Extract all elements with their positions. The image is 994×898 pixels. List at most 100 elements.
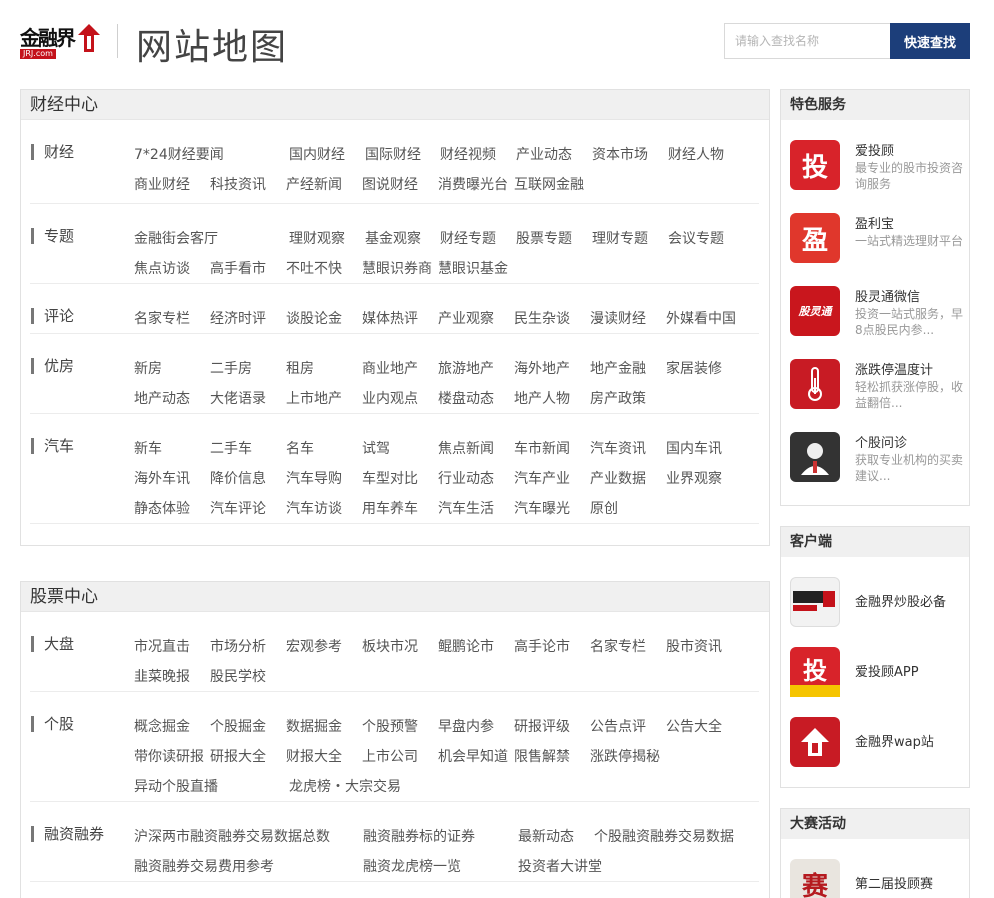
nav-link[interactable]: 国际财经 xyxy=(365,144,421,164)
nav-link[interactable]: 汽车曝光 xyxy=(514,498,570,518)
nav-link[interactable]: 焦点访谈 xyxy=(134,258,190,278)
nav-link[interactable]: 机会早知道 xyxy=(438,746,508,766)
contest-icon[interactable]: 赛 xyxy=(790,859,840,898)
nav-link[interactable]: 理财专题 xyxy=(592,228,648,248)
nav-link[interactable]: 大佬语录 xyxy=(210,388,266,408)
nav-link[interactable]: 异动个股直播 xyxy=(134,776,218,796)
nav-link[interactable]: 汽车导购 xyxy=(286,468,342,488)
yinglibao-icon[interactable]: 盈 xyxy=(790,213,840,263)
nav-link[interactable]: 漫读财经 xyxy=(590,308,646,328)
nav-link[interactable]: 房产政策 xyxy=(590,388,646,408)
nav-link[interactable]: 汽车产业 xyxy=(514,468,570,488)
nav-link[interactable]: 汽车访谈 xyxy=(286,498,342,518)
nav-link[interactable]: 旅游地产 xyxy=(438,358,494,378)
nav-link[interactable]: 静态体验 xyxy=(134,498,190,518)
nav-link[interactable]: 互联网金融 xyxy=(514,174,584,194)
nav-link[interactable]: 名车 xyxy=(286,438,314,458)
nav-link[interactable]: 公告点评 xyxy=(590,716,646,736)
nav-link[interactable]: 投资者大讲堂 xyxy=(518,856,602,876)
nav-link[interactable]: 公告大全 xyxy=(666,716,722,736)
nav-link[interactable]: 地产金融 xyxy=(590,358,646,378)
nav-link[interactable]: 财报大全 xyxy=(286,746,342,766)
nav-link[interactable]: 上市公司 xyxy=(362,746,418,766)
jrj-logo[interactable]: 金融界 JRJ.com xyxy=(20,22,102,60)
nav-link[interactable]: 商业地产 xyxy=(362,358,418,378)
nav-link[interactable]: 行业动态 xyxy=(438,468,494,488)
nav-link[interactable]: 龙虎榜・大宗交易 xyxy=(289,776,401,796)
nav-link[interactable]: 科技资讯 xyxy=(210,174,266,194)
nav-link[interactable]: 财经人物 xyxy=(668,144,724,164)
nav-link[interactable]: 概念掘金 xyxy=(134,716,190,736)
doctor-icon[interactable] xyxy=(790,432,840,482)
nav-link[interactable]: 慧眼识券商 xyxy=(362,258,432,278)
nav-link[interactable]: 数据掘金 xyxy=(286,716,342,736)
nav-link[interactable]: 融资融券交易费用参考 xyxy=(134,856,274,876)
nav-link[interactable]: 原创 xyxy=(590,498,618,518)
nav-link[interactable]: 海外地产 xyxy=(514,358,570,378)
nav-link[interactable]: 汽车评论 xyxy=(210,498,266,518)
nav-link[interactable]: 商业财经 xyxy=(134,174,190,194)
search-input[interactable] xyxy=(724,23,892,59)
nav-link[interactable]: 不吐不快 xyxy=(286,258,342,278)
nav-link[interactable]: 金融街会客厅 xyxy=(134,228,218,248)
nav-link[interactable]: 鲲鹏论市 xyxy=(438,636,494,656)
nav-link[interactable]: 试驾 xyxy=(362,438,390,458)
nav-link[interactable]: 宏观参考 xyxy=(286,636,342,656)
nav-link[interactable]: 早盘内参 xyxy=(438,716,494,736)
client-name[interactable]: 金融界wap站 xyxy=(855,731,934,750)
service-name[interactable]: 股灵通微信 xyxy=(855,286,920,305)
nav-link[interactable]: 二手房 xyxy=(210,358,252,378)
service-name[interactable]: 个股问诊 xyxy=(855,432,907,451)
nav-link[interactable]: 带你读研报 xyxy=(134,746,204,766)
service-name[interactable]: 爱投顾 xyxy=(855,140,894,159)
nav-link[interactable]: 汽车生活 xyxy=(438,498,494,518)
nav-link[interactable]: 用车养车 xyxy=(362,498,418,518)
nav-link[interactable]: 个股预警 xyxy=(362,716,418,736)
service-name[interactable]: 涨跌停温度计 xyxy=(855,359,933,378)
nav-link[interactable]: 资本市场 xyxy=(592,144,648,164)
nav-link[interactable]: 汽车资讯 xyxy=(590,438,646,458)
nav-link[interactable]: 财经视频 xyxy=(440,144,496,164)
nav-link[interactable]: 最新动态 xyxy=(518,826,574,846)
nav-link[interactable]: 高手看市 xyxy=(210,258,266,278)
nav-link[interactable]: 高手论市 xyxy=(514,636,570,656)
nav-link[interactable]: 韭菜晚报 xyxy=(134,666,190,686)
nav-link[interactable]: 谈股论金 xyxy=(286,308,342,328)
nav-link[interactable]: 新车 xyxy=(134,438,162,458)
nav-link[interactable]: 新房 xyxy=(134,358,162,378)
search-button[interactable]: 快速查找 xyxy=(890,23,970,59)
nav-link[interactable]: 车型对比 xyxy=(362,468,418,488)
nav-link[interactable]: 楼盘动态 xyxy=(438,388,494,408)
nav-link[interactable]: 产业动态 xyxy=(516,144,572,164)
nav-link[interactable]: 融资融券标的证券 xyxy=(363,826,475,846)
nav-link[interactable]: 涨跌停揭秘 xyxy=(590,746,660,766)
nav-link[interactable]: 市况直击 xyxy=(134,636,190,656)
nav-link[interactable]: 图说财经 xyxy=(362,174,418,194)
ai-tougu-app-icon[interactable]: 投 xyxy=(790,647,840,697)
nav-link[interactable]: 家居装修 xyxy=(666,358,722,378)
nav-link[interactable]: 外媒看中国 xyxy=(666,308,736,328)
service-name[interactable]: 盈利宝 xyxy=(855,213,894,232)
nav-link[interactable]: 7*24财经要闻 xyxy=(134,144,224,164)
thermometer-icon[interactable] xyxy=(790,359,840,409)
nav-link[interactable]: 沪深两市融资融券交易数据总数 xyxy=(134,826,330,846)
jrj-app-icon[interactable] xyxy=(790,577,840,627)
nav-link[interactable]: 财经专题 xyxy=(440,228,496,248)
nav-link[interactable]: 产经新闻 xyxy=(286,174,342,194)
nav-link[interactable]: 限售解禁 xyxy=(514,746,570,766)
nav-link[interactable]: 租房 xyxy=(286,358,314,378)
nav-link[interactable]: 股民学校 xyxy=(210,666,266,686)
nav-link[interactable]: 消费曝光台 xyxy=(438,174,508,194)
contest-name[interactable]: 第二届投顾赛 xyxy=(855,873,933,892)
nav-link[interactable]: 慧眼识基金 xyxy=(438,258,508,278)
nav-link[interactable]: 业内观点 xyxy=(362,388,418,408)
nav-link[interactable]: 名家专栏 xyxy=(590,636,646,656)
nav-link[interactable]: 焦点新闻 xyxy=(438,438,494,458)
nav-link[interactable]: 经济时评 xyxy=(210,308,266,328)
nav-link[interactable]: 降价信息 xyxy=(210,468,266,488)
nav-link[interactable]: 研报评级 xyxy=(514,716,570,736)
nav-link[interactable]: 板块市况 xyxy=(362,636,418,656)
nav-link[interactable]: 股票专题 xyxy=(516,228,572,248)
nav-link[interactable]: 产业观察 xyxy=(438,308,494,328)
nav-link[interactable]: 国内财经 xyxy=(289,144,345,164)
